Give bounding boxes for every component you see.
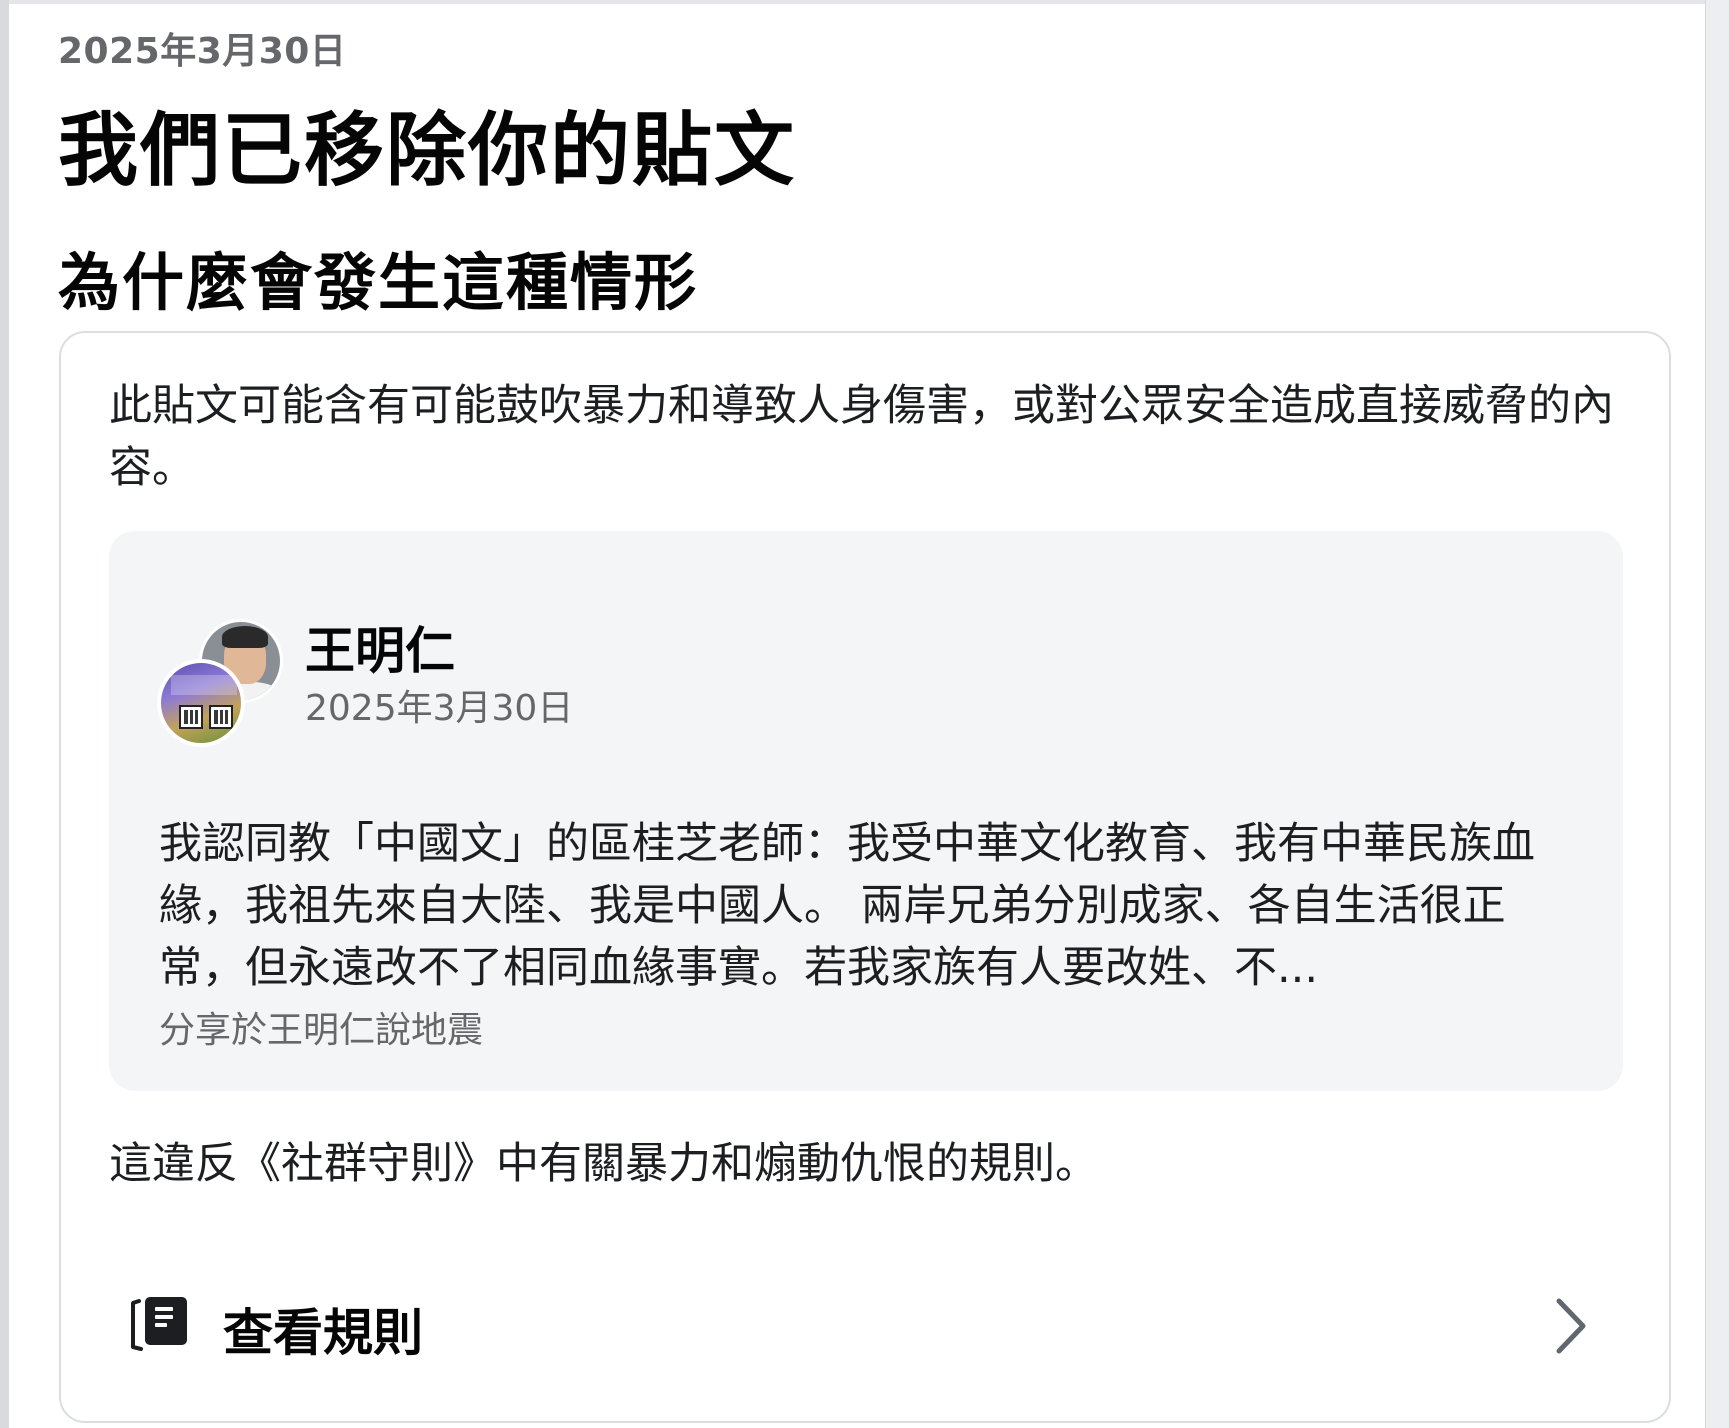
qr-code-icon: [209, 705, 233, 729]
post-body-text: 我認同教「中國文」的區桂芝老師：我受中華文化教育、我有中華民族血緣，我祖先來自大…: [159, 819, 1535, 993]
chevron-right-icon: [1556, 1298, 1586, 1354]
section-heading: 為什麼會發生這種情形: [58, 246, 699, 319]
background-left-edge: [0, 0, 9, 1428]
view-rules-button[interactable]: 查看規則: [61, 1253, 1669, 1393]
view-rules-label: 查看規則: [223, 1304, 423, 1362]
page-avatar: [157, 659, 245, 747]
avatar-banner: [171, 675, 237, 695]
post-date: 2025年3月30日: [305, 688, 574, 729]
qr-code-icon: [179, 705, 203, 729]
scrollbar-track[interactable]: [1705, 0, 1729, 1428]
avatar-hair: [222, 626, 268, 648]
page-title: 我們已移除你的貼文: [58, 104, 796, 197]
removed-post-preview: 王明仁 2025年3月30日 我認同教「中國文」的區桂芝老師：我受中華文化教育、…: [109, 531, 1623, 1091]
book-icon: [131, 1297, 187, 1351]
shared-in-label: 分享於王明仁說地震: [159, 1010, 484, 1051]
violation-text: 這違反《社群守則》中有關暴力和煽動仇恨的規則。: [109, 1139, 1098, 1189]
post-author-name: 王明仁: [305, 622, 455, 680]
removal-reason-text: 此貼文可能含有可能鼓吹暴力和導致人身傷害，或對公眾安全造成直接威脅的內容。: [109, 381, 1614, 493]
removal-notice-panel: 2025年3月30日 我們已移除你的貼文 為什麼會發生這種情形 此貼文可能含有可…: [9, 4, 1705, 1428]
notice-date: 2025年3月30日: [58, 31, 347, 72]
reason-card: 此貼文可能含有可能鼓吹暴力和導致人身傷害，或對公眾安全造成直接威脅的內容。 王明…: [59, 331, 1671, 1423]
